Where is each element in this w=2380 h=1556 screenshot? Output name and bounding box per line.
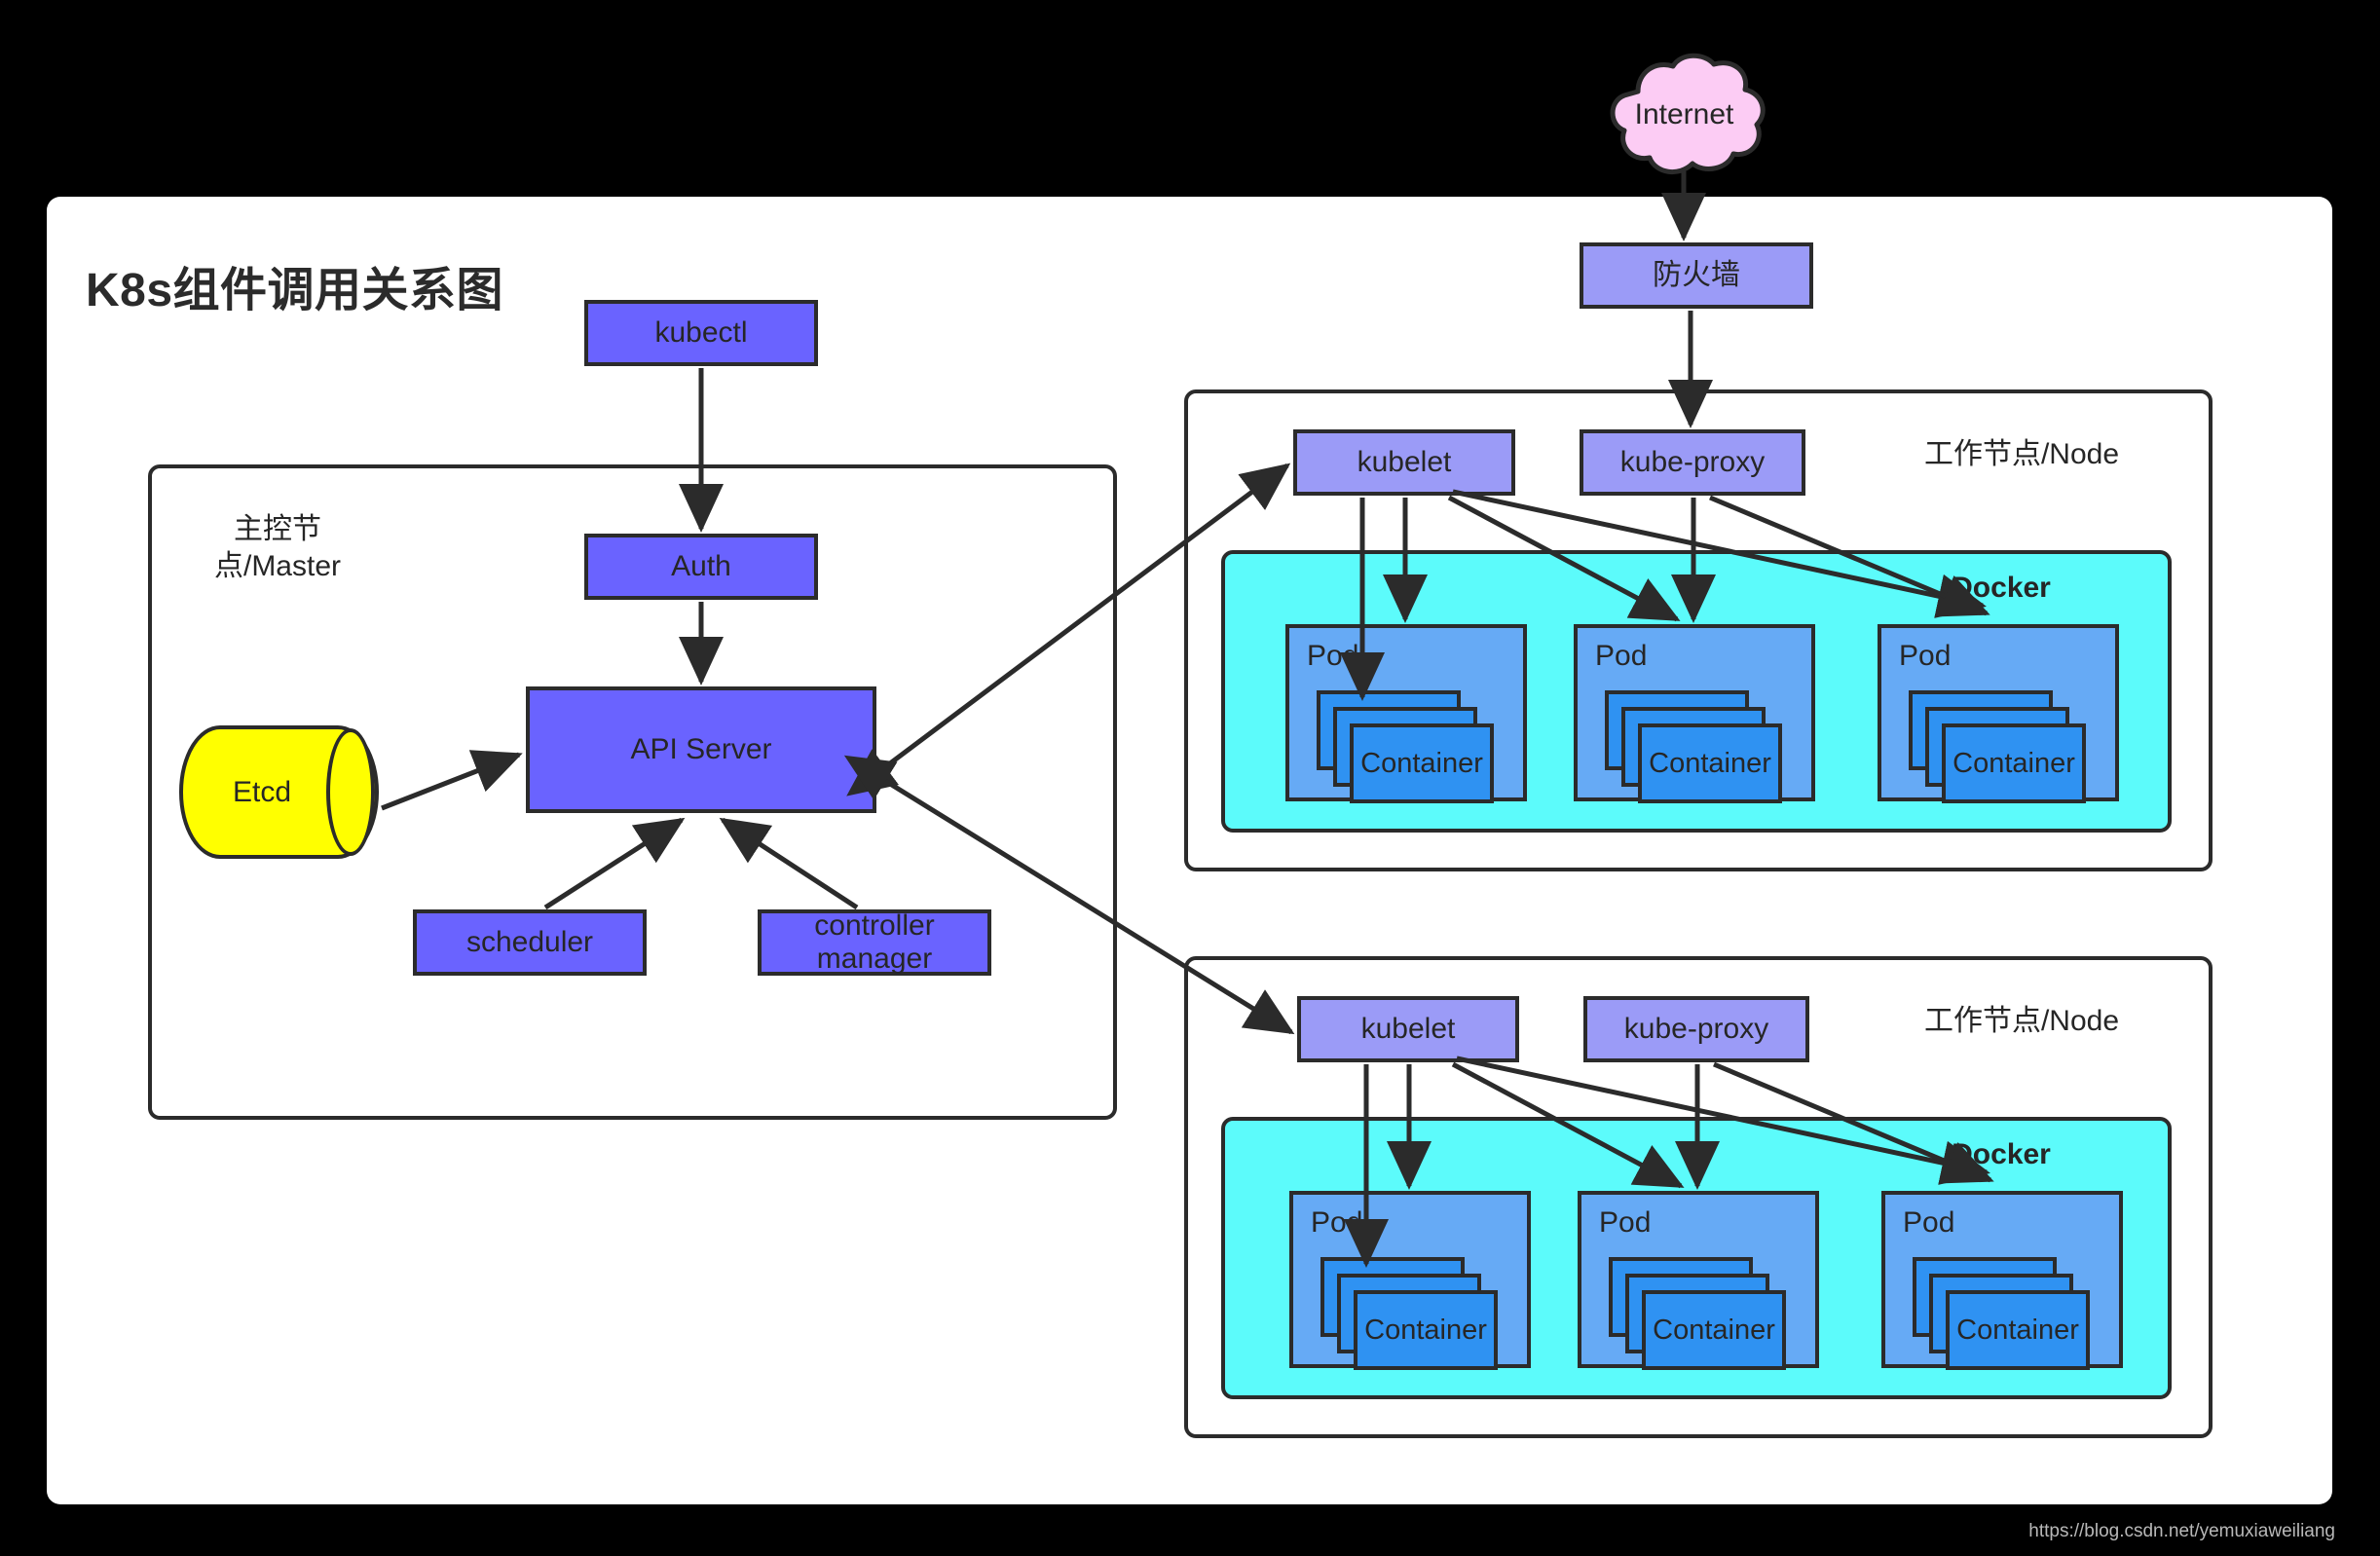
container-stack: Container [1320,1257,1506,1374]
api-server-label: API Server [630,732,772,765]
kube-proxy-label: kube-proxy [1623,1012,1769,1045]
pod-label: Pod [1599,1206,1652,1239]
container-label: Container [1364,1314,1487,1346]
worker-node-2-pod-1[interactable]: Pod Container [1289,1191,1531,1370]
pod-label: Pod [1311,1206,1363,1239]
kubectl-label: kubectl [654,315,748,349]
firewall-node[interactable]: 防火墙 [1580,242,1813,309]
worker-node-2-kube-proxy[interactable]: kube-proxy [1583,996,1809,1062]
firewall-label: 防火墙 [1653,258,1740,291]
container-label: Container [1649,747,1771,779]
container-label: Container [1360,747,1483,779]
worker-node-1-kubelet[interactable]: kubelet [1293,429,1515,496]
internet-cloud-label: Internet [1634,97,1734,130]
pod-label: Pod [1595,640,1648,672]
container-card-front[interactable]: Container [1942,723,2086,803]
scheduler-label: scheduler [465,925,594,958]
etcd-node[interactable]: Etcd [179,725,379,859]
watermark-text: https://blog.csdn.net/yemuxiaweiliang [2028,1521,2335,1541]
kubelet-label: kubelet [1360,1012,1456,1045]
worker-node-2-group-label: 工作节点/Node [1923,1005,2120,1037]
worker-node-1-pod-1[interactable]: Pod Container [1285,624,1527,803]
container-label: Container [1653,1314,1775,1346]
worker-node-1-pod-3[interactable]: Pod Container [1878,624,2119,803]
controller-manager-node[interactable]: controller manager [758,909,991,976]
container-stack: Container [1605,690,1790,807]
etcd-label: Etcd [232,775,292,808]
container-card-front[interactable]: Container [1354,1290,1498,1370]
worker-node-1-group-label: 工作节点/Node [1923,438,2120,470]
container-card-front[interactable]: Container [1642,1290,1786,1370]
container-stack: Container [1317,690,1502,807]
controller-manager-label: controller manager [814,908,935,976]
worker-node-2-pod-3[interactable]: Pod Container [1881,1191,2123,1370]
worker-node-2-docker-label: Docker [1952,1138,2051,1170]
container-stack: Container [1913,1257,2098,1374]
pod-label: Pod [1899,640,1952,672]
kube-proxy-label: kube-proxy [1619,445,1766,478]
pod-label: Pod [1307,640,1359,672]
worker-node-1-docker-label: Docker [1952,572,2051,604]
auth-node[interactable]: Auth [584,534,818,600]
kubectl-node[interactable]: kubectl [584,300,818,366]
diagram-stage: K8s组件调用关系图 Internet 防火墙 主控节 点/Master kub… [0,0,2380,1556]
worker-node-2-kubelet[interactable]: kubelet [1297,996,1519,1062]
worker-node-1-kube-proxy[interactable]: kube-proxy [1580,429,1805,496]
pod-label: Pod [1903,1206,1955,1239]
scheduler-node[interactable]: scheduler [413,909,647,976]
worker-node-1-pod-2[interactable]: Pod Container [1574,624,1815,803]
api-server-node[interactable]: API Server [526,686,876,813]
container-label: Container [1956,1314,2079,1346]
page-title: K8s组件调用关系图 [86,265,504,316]
master-group-label: 主控节 点/Master [213,513,342,582]
container-stack: Container [1909,690,2094,807]
internet-cloud-icon: Internet [1595,49,1773,180]
container-card-front[interactable]: Container [1946,1290,2090,1370]
container-card-front[interactable]: Container [1350,723,1494,803]
kubelet-label: kubelet [1357,445,1452,478]
container-card-front[interactable]: Container [1638,723,1782,803]
container-label: Container [1952,747,2075,779]
worker-node-2-pod-2[interactable]: Pod Container [1578,1191,1819,1370]
auth-label: Auth [671,549,731,582]
container-stack: Container [1609,1257,1794,1374]
